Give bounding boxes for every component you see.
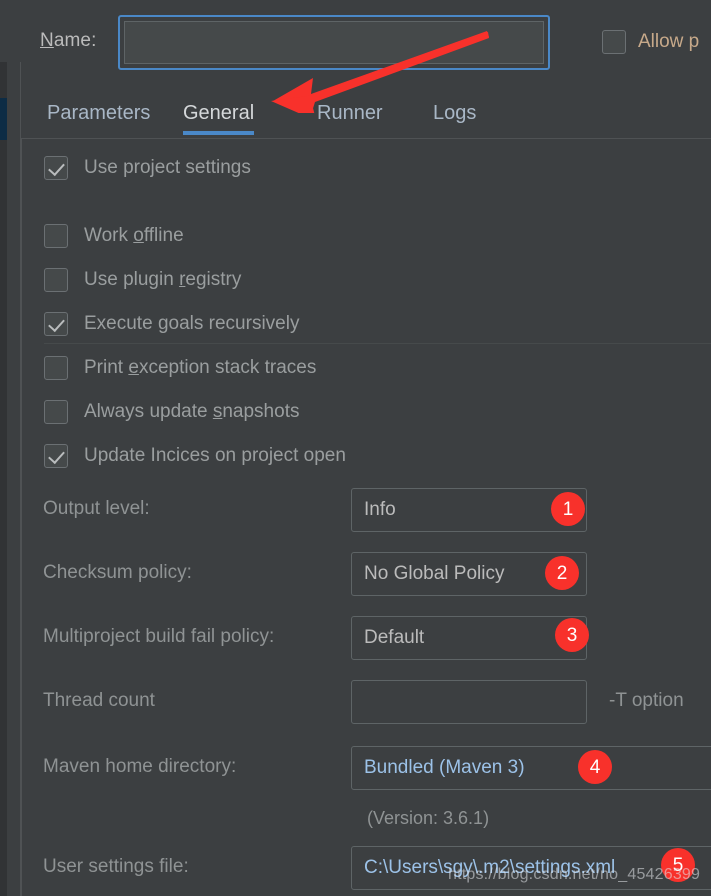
maven-home-directory-label: Maven home directory: <box>43 756 237 777</box>
tab-parameters-label: Parameters <box>47 101 151 124</box>
always-update-snapshots-checkbox[interactable] <box>44 400 68 424</box>
settings-separator <box>44 343 711 344</box>
tab-general[interactable]: General <box>183 88 255 138</box>
annotation-badge-3: 3 <box>555 618 589 652</box>
annotation-badge-1: 1 <box>551 492 585 526</box>
annotation-badge-4: 4 <box>578 750 612 784</box>
multiproject-build-fail-policy-value: Default <box>364 627 425 648</box>
output-level-value: Info <box>364 499 396 520</box>
maven-version-note: (Version: 3.6.1) <box>367 808 490 828</box>
tab-parameters[interactable]: Parameters <box>47 88 150 138</box>
execute-goals-recursively-label: Execute goals recursively <box>84 313 300 334</box>
name-input-focus-ring <box>118 15 550 70</box>
allow-parallel-run-checkbox[interactable] <box>602 30 626 54</box>
annotation-badge-2: 2 <box>545 556 579 590</box>
checkbox-row-execute-goals-recursively[interactable]: Execute goals recursively <box>44 312 299 336</box>
name-label-mnemonic: N <box>40 30 54 51</box>
checksum-policy-value: No Global Policy <box>364 563 505 584</box>
name-input[interactable] <box>124 21 544 64</box>
tab-logs-label: Logs <box>433 101 477 124</box>
always-update-snapshots-label: Always update snapshots <box>84 401 300 422</box>
left-edge-strip <box>0 62 7 896</box>
watermark: https://blog.csdn.net/no_45426399 <box>448 866 701 883</box>
tab-general-label: General <box>183 101 255 124</box>
update-indices-on-project-open-label: Update Incices on project open <box>84 445 346 466</box>
execute-goals-recursively-checkbox[interactable] <box>44 312 68 336</box>
left-edge-selected-item[interactable] <box>0 98 7 140</box>
output-level-label: Output level: <box>43 498 150 519</box>
work-offline-label: Work offline <box>84 225 184 246</box>
maven-home-directory-combobox[interactable]: Bundled (Maven 3) <box>351 746 711 790</box>
maven-home-directory-value: Bundled (Maven 3) <box>364 757 525 778</box>
tab-general-active-underline <box>183 131 255 135</box>
checkbox-row-use-project-settings[interactable]: Use project settings <box>44 156 251 180</box>
tab-bar: Parameters General Runner Logs <box>21 88 711 138</box>
multiproject-build-fail-policy-label: Multiproject build fail policy: <box>43 626 275 647</box>
tab-runner[interactable]: Runner <box>317 88 383 138</box>
checkbox-row-update-indices-on-project-open[interactable]: Update Incices on project open <box>44 444 346 468</box>
thread-count-label: Thread count <box>43 690 155 711</box>
checkbox-row-always-update-snapshots[interactable]: Always update snapshots <box>44 400 299 424</box>
print-exception-stack-traces-checkbox[interactable] <box>44 356 68 380</box>
checkbox-row-work-offline[interactable]: Work offline <box>44 224 184 248</box>
checkbox-row-use-plugin-registry[interactable]: Use plugin registry <box>44 268 241 292</box>
thread-count-input[interactable] <box>351 680 587 724</box>
tab-runner-label: Runner <box>317 101 383 124</box>
use-project-settings-checkbox[interactable] <box>44 156 68 180</box>
checksum-policy-label: Checksum policy: <box>43 562 192 583</box>
thread-count-suffix: -T option <box>609 690 684 711</box>
allow-parallel-run-row[interactable]: Allow p <box>602 30 699 54</box>
use-plugin-registry-checkbox[interactable] <box>44 268 68 292</box>
user-settings-file-label: User settings file: <box>43 856 189 877</box>
print-exception-stack-traces-label: Print exception stack traces <box>84 357 317 378</box>
use-plugin-registry-label: Use plugin registry <box>84 269 242 290</box>
multiproject-build-fail-policy-combobox[interactable]: Default <box>351 616 587 660</box>
update-indices-on-project-open-checkbox[interactable] <box>44 444 68 468</box>
maven-runner-settings-window: Name: Allow p Parameters General Runner … <box>0 0 711 896</box>
general-settings-panel: Use project settings Work offline Use pl… <box>21 138 711 896</box>
use-project-settings-label: Use project settings <box>84 157 251 178</box>
checkbox-row-print-exception-stack-traces[interactable]: Print exception stack traces <box>44 356 316 380</box>
name-label-rest: ame: <box>53 30 97 51</box>
tab-logs[interactable]: Logs <box>433 88 476 138</box>
work-offline-checkbox[interactable] <box>44 224 68 248</box>
allow-parallel-run-label: Allow p <box>638 31 700 52</box>
name-label: Name: <box>40 30 96 52</box>
name-row: Name: Allow p <box>0 0 711 86</box>
